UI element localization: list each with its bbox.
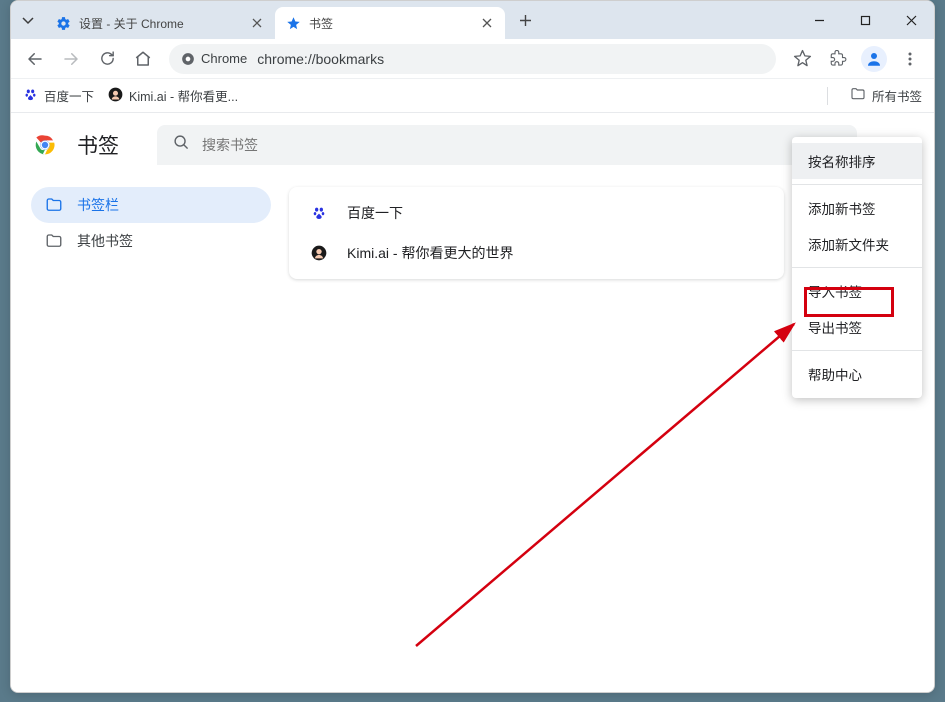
profile-button[interactable] — [858, 43, 890, 75]
search-wrapper — [157, 125, 857, 165]
tab-bookmarks[interactable]: 书签 — [275, 7, 505, 39]
gear-icon — [55, 15, 71, 31]
menu-sort-by-name[interactable]: 按名称排序 — [792, 143, 922, 179]
menu-add-folder[interactable]: 添加新文件夹 — [792, 226, 922, 262]
menu-button[interactable] — [894, 43, 926, 75]
bookmarks-bar: 百度一下 Kimi.ai - 帮你看更... 所有书签 — [11, 79, 934, 113]
sidebar-item-bookmarks-bar[interactable]: 书签栏 — [31, 187, 271, 223]
sidebar-item-label: 其他书签 — [77, 231, 133, 251]
menu-export-bookmarks[interactable]: 导出书签 — [792, 309, 922, 345]
toolbar: Chrome chrome://bookmarks — [11, 39, 934, 79]
star-icon — [285, 15, 301, 31]
home-button[interactable] — [127, 43, 159, 75]
close-window-button[interactable] — [888, 1, 934, 39]
search-icon — [173, 134, 190, 156]
window-controls — [796, 1, 934, 39]
baidu-icon — [309, 205, 329, 221]
menu-add-bookmark[interactable]: 添加新书签 — [792, 190, 922, 226]
tab-settings[interactable]: 设置 - 关于 Chrome — [45, 7, 275, 39]
menu-import-bookmarks[interactable]: 导入书签 — [792, 273, 922, 309]
bookmark-label: Kimi.ai - 帮你看更... — [129, 86, 238, 105]
all-bookmarks-label: 所有书签 — [872, 86, 922, 105]
sidebar-item-other-bookmarks[interactable]: 其他书签 — [31, 223, 271, 259]
baidu-icon — [23, 87, 38, 105]
kimi-icon — [309, 245, 329, 261]
forward-button[interactable] — [55, 43, 87, 75]
bookmark-star-button[interactable] — [786, 43, 818, 75]
browser-window: 设置 - 关于 Chrome 书签 — [10, 0, 935, 693]
maximize-button[interactable] — [842, 1, 888, 39]
chrome-icon — [181, 52, 195, 66]
bookmark-baidu[interactable]: 百度一下 — [23, 86, 94, 105]
separator — [827, 87, 828, 105]
titlebar: 设置 - 关于 Chrome 书签 — [11, 1, 934, 39]
folder-icon — [850, 86, 866, 105]
extensions-button[interactable] — [822, 43, 854, 75]
avatar-icon — [861, 46, 887, 72]
folder-icon — [45, 232, 63, 250]
minimize-button[interactable] — [796, 1, 842, 39]
close-icon[interactable] — [479, 15, 495, 31]
all-bookmarks-button[interactable]: 所有书签 — [850, 86, 922, 105]
context-menu: 按名称排序 添加新书签 添加新文件夹 导入书签 导出书签 帮助中心 — [792, 137, 922, 398]
separator — [792, 350, 922, 351]
bookmark-label: 百度一下 — [44, 86, 94, 105]
list-item-label: 百度一下 — [347, 203, 403, 223]
list-item-label: Kimi.ai - 帮你看更大的世界 — [347, 243, 513, 263]
omnibox[interactable]: Chrome chrome://bookmarks — [169, 44, 776, 74]
tab-title: 设置 - 关于 Chrome — [79, 15, 241, 32]
close-icon[interactable] — [249, 15, 265, 31]
list-item[interactable]: Kimi.ai - 帮你看更大的世界 — [289, 233, 784, 273]
search-box[interactable] — [157, 125, 857, 165]
back-button[interactable] — [19, 43, 51, 75]
bookmark-list: 百度一下 Kimi.ai - 帮你看更大的世界 — [289, 187, 784, 279]
list-item[interactable]: 百度一下 — [289, 193, 784, 233]
sidebar-item-label: 书签栏 — [77, 195, 119, 215]
folder-icon — [45, 196, 63, 214]
menu-help[interactable]: 帮助中心 — [792, 356, 922, 392]
search-input[interactable] — [202, 137, 841, 153]
sidebar: 书签栏 其他书签 — [31, 181, 271, 692]
reload-button[interactable] — [91, 43, 123, 75]
kimi-icon — [108, 87, 123, 105]
tab-title: 书签 — [309, 15, 471, 32]
separator — [792, 184, 922, 185]
chrome-logo-icon — [31, 131, 59, 159]
page-title: 书签 — [77, 130, 119, 160]
chip-label: Chrome — [201, 51, 247, 66]
new-tab-button[interactable] — [511, 6, 539, 34]
site-chip: Chrome — [181, 51, 247, 66]
bookmark-kimi[interactable]: Kimi.ai - 帮你看更... — [108, 86, 238, 105]
url-text: chrome://bookmarks — [257, 51, 384, 67]
tab-search-button[interactable] — [11, 14, 45, 26]
separator — [792, 267, 922, 268]
